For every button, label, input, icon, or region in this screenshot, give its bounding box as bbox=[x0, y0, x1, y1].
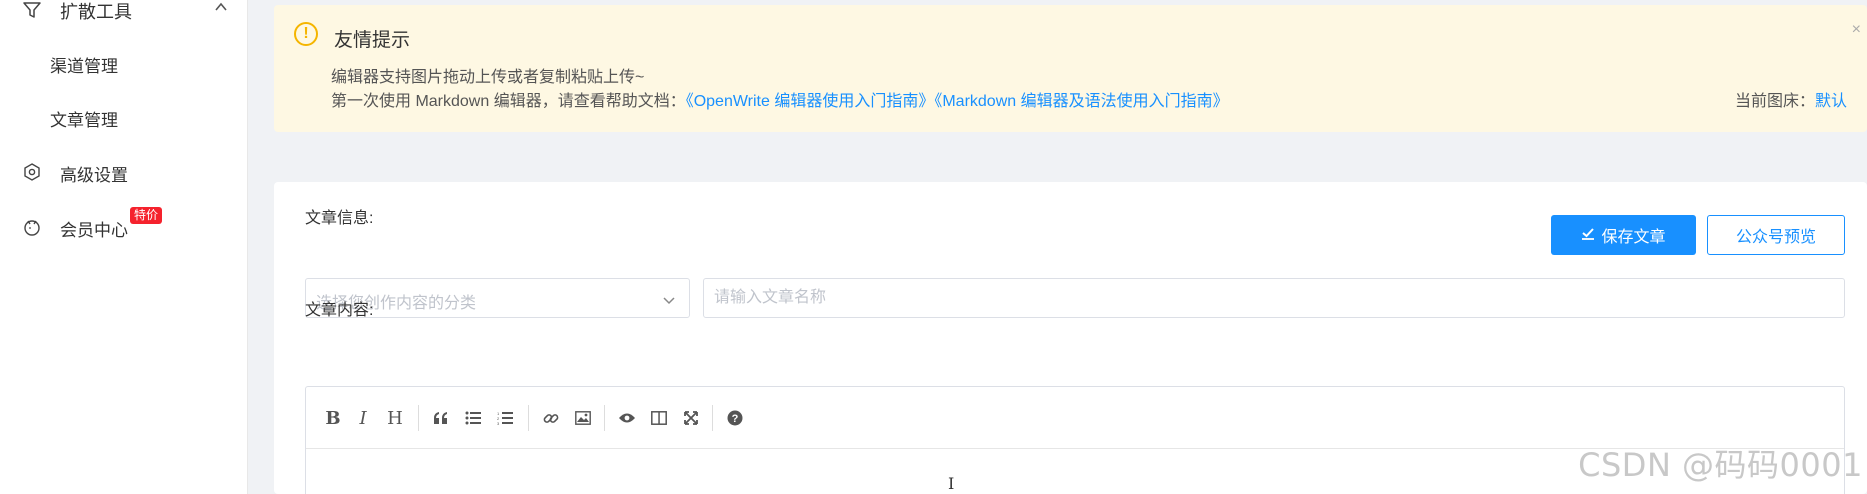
alert-line-upload: 编辑器支持图片拖动上传或者复制粘贴上传~ bbox=[331, 69, 645, 86]
csdn-watermark: CSDN @码码0001 bbox=[1578, 446, 1863, 484]
sidebar-item-member[interactable]: 会员中心 特价 bbox=[0, 207, 248, 247]
save-icon bbox=[1581, 226, 1595, 245]
filter-icon bbox=[22, 0, 42, 20]
sidebar: 扩散工具 渠道管理 文章管理 高级设置 会员中心 特价 bbox=[0, 0, 248, 494]
toolbar-divider bbox=[712, 405, 713, 431]
alert-line-help: 第一次使用 Markdown 编辑器，请查看帮助文档：《OpenWrite 编辑… bbox=[331, 87, 1229, 111]
toolbar-divider bbox=[604, 405, 605, 431]
sidebar-item-channel[interactable]: 渠道管理 bbox=[50, 52, 118, 77]
image-bed-info: 当前图床：默认 bbox=[1735, 87, 1847, 111]
article-title-input[interactable] bbox=[703, 278, 1845, 318]
ordered-list-icon[interactable]: 123 bbox=[492, 405, 518, 431]
promo-badge: 特价 bbox=[130, 207, 163, 224]
openwrite-guide-link[interactable]: 《OpenWrite 编辑器使用入门指南》 bbox=[686, 93, 935, 110]
image-bed-link[interactable]: 默认 bbox=[1815, 93, 1847, 110]
sidebar-group-label: 扩散工具 bbox=[60, 2, 132, 22]
sidebar-item-label: 会员中心 bbox=[60, 221, 128, 240]
close-icon[interactable]: × bbox=[1852, 21, 1861, 39]
svg-text:?: ? bbox=[732, 413, 739, 425]
hexagon-settings-icon bbox=[22, 162, 42, 182]
image-bed-label: 当前图床： bbox=[1734, 93, 1815, 110]
member-icon bbox=[22, 217, 42, 237]
link-icon[interactable] bbox=[538, 405, 564, 431]
toolbar-divider bbox=[418, 405, 419, 431]
italic-icon[interactable]: I bbox=[350, 405, 376, 431]
preview-eye-icon[interactable] bbox=[614, 405, 640, 431]
help-icon[interactable]: ? bbox=[722, 405, 748, 431]
toolbar-divider bbox=[528, 405, 529, 431]
image-icon[interactable] bbox=[570, 405, 596, 431]
save-article-button[interactable]: 保存文章 bbox=[1551, 215, 1696, 255]
sidebar-item-label: 高级设置 bbox=[60, 166, 128, 185]
svg-text:3: 3 bbox=[497, 421, 500, 425]
chevron-up-icon[interactable] bbox=[214, 0, 228, 14]
heading-icon[interactable]: H bbox=[382, 405, 408, 431]
article-info-label: 文章信息: bbox=[305, 210, 374, 227]
bold-icon[interactable]: B bbox=[320, 405, 346, 431]
markdown-guide-link[interactable]: 《Markdown 编辑器及语法使用入门指南》 bbox=[934, 93, 1228, 110]
wechat-preview-button[interactable]: 公众号预览 bbox=[1707, 215, 1845, 255]
sidebar-group-spread-tools[interactable]: 扩散工具 bbox=[0, 0, 248, 30]
article-content-label: 文章内容: bbox=[305, 302, 374, 319]
side-by-side-icon[interactable] bbox=[646, 405, 672, 431]
text-cursor-icon: I bbox=[948, 474, 955, 493]
alert-title: 友情提示 bbox=[334, 30, 411, 51]
sidebar-item-advanced[interactable]: 高级设置 bbox=[0, 152, 248, 192]
sidebar-item-articles[interactable]: 文章管理 bbox=[50, 106, 118, 131]
save-button-label: 保存文章 bbox=[1601, 229, 1666, 246]
chevron-down-icon bbox=[663, 293, 675, 305]
fullscreen-icon[interactable] bbox=[678, 405, 704, 431]
quote-icon[interactable] bbox=[428, 405, 454, 431]
warning-icon: ! bbox=[294, 22, 318, 46]
help-text: 第一次使用 Markdown 编辑器，请查看帮助文档： bbox=[331, 93, 686, 110]
unordered-list-icon[interactable] bbox=[460, 405, 486, 431]
tip-alert: ! 友情提示 × 编辑器支持图片拖动上传或者复制粘贴上传~ 第一次使用 Mark… bbox=[274, 5, 1867, 132]
